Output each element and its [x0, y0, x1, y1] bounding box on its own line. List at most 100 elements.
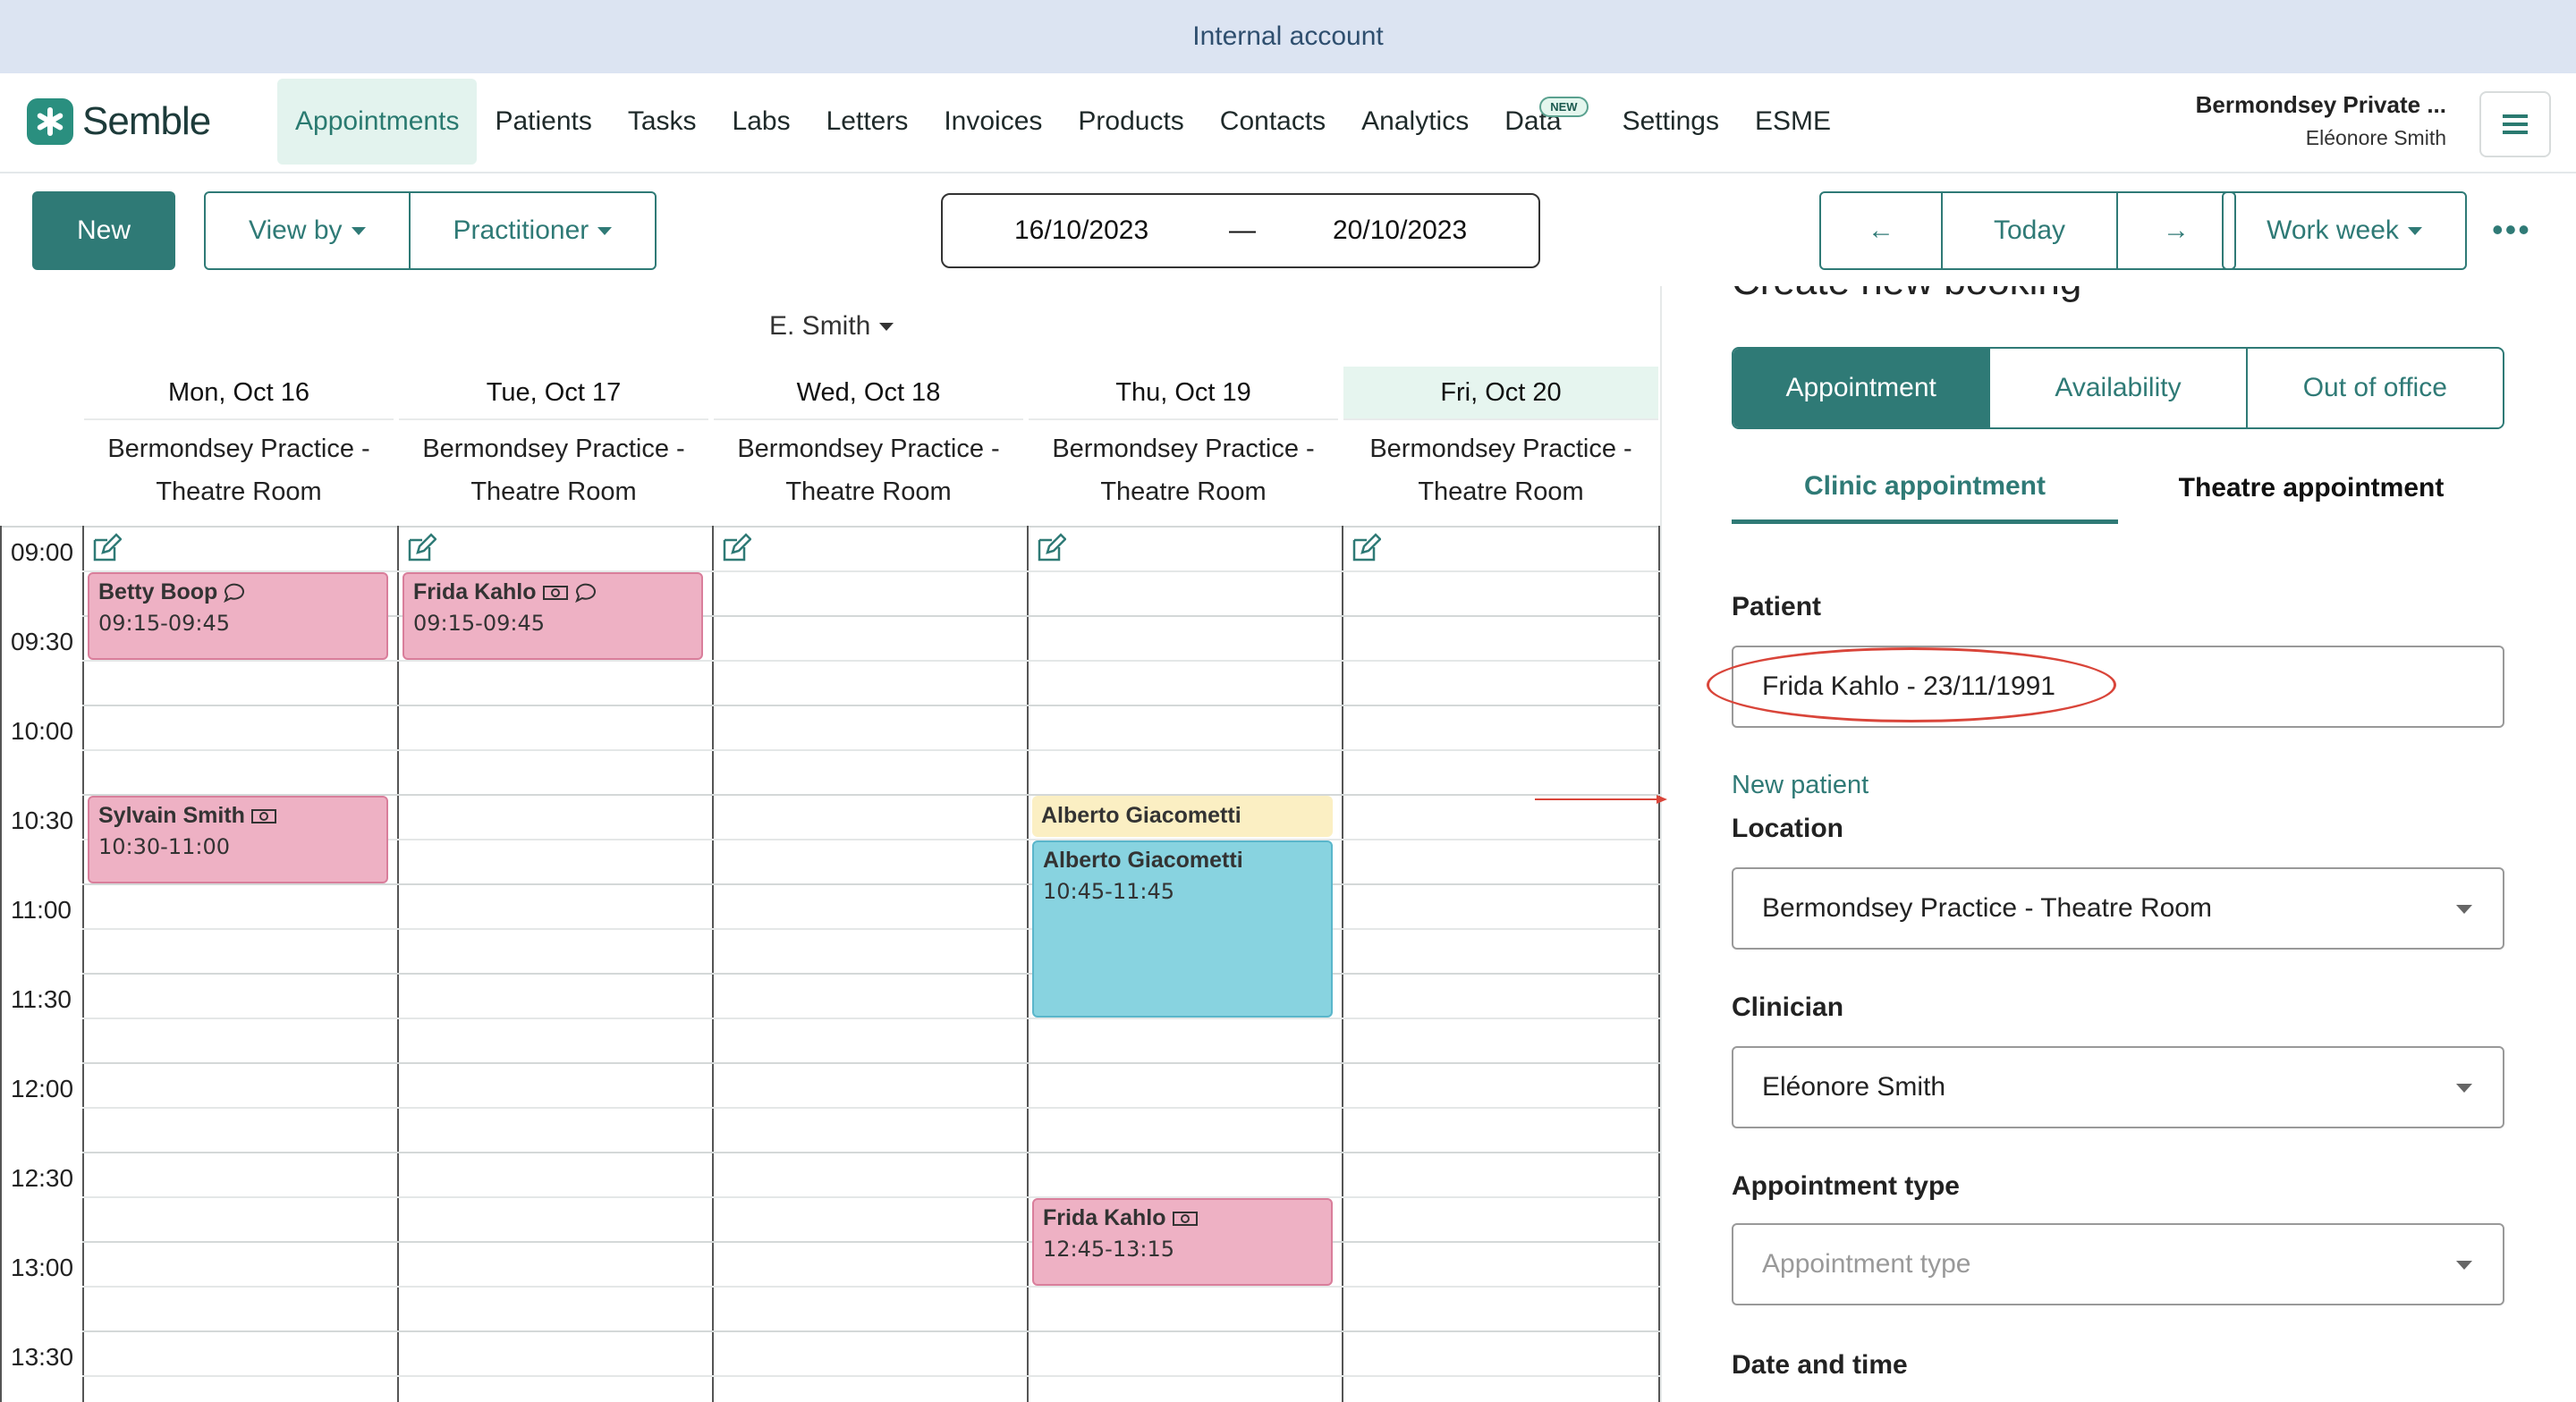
appointment-title: Sylvain Smith: [98, 803, 377, 829]
location-line: Theatre Room: [1100, 477, 1267, 506]
nav-patients[interactable]: Patients: [477, 79, 609, 165]
time-label: 10:00: [11, 717, 74, 745]
location-line: Bermondsey Practice -: [1052, 435, 1315, 463]
dropdown-caret-icon: [2456, 1084, 2472, 1093]
brand-name: Semble: [82, 99, 211, 143]
nav-esme[interactable]: ESME: [1737, 79, 1849, 165]
hamburger-icon: [2503, 114, 2528, 134]
payment-icon: [1172, 1211, 1198, 1226]
new-patient-link[interactable]: New patient: [1732, 771, 1868, 800]
date-time-label: Date and time: [1732, 1350, 1908, 1380]
time-label: 10:30: [11, 807, 74, 834]
nav-invoices[interactable]: Invoices: [926, 79, 1060, 165]
appointment-time: 10:45-11:45: [1043, 879, 1174, 904]
time-label: 13:00: [11, 1254, 74, 1281]
grid-line: [82, 1196, 1660, 1198]
grid-line: [82, 973, 1660, 975]
patient-field[interactable]: Frida Kahlo - 23/11/1991: [1732, 646, 2504, 728]
comment-icon: [224, 583, 245, 603]
org-switcher[interactable]: Bermondsey Private ... Eléonore Smith: [2196, 91, 2446, 150]
location-line: Theatre Room: [1418, 477, 1584, 506]
time-label: 09:00: [11, 538, 74, 566]
location-value: Bermondsey Practice - Theatre Room: [1762, 893, 2212, 923]
patient-label: Patient: [1732, 592, 1822, 621]
new-button[interactable]: New: [32, 191, 175, 270]
semble-logo-icon: [27, 98, 73, 145]
caret-down-icon: [879, 322, 894, 331]
nav-data[interactable]: Data NEW: [1487, 79, 1589, 165]
edit-icon[interactable]: [1351, 533, 1381, 563]
location-select[interactable]: Bermondsey Practice - Theatre Room: [1732, 867, 2504, 950]
appointment-card[interactable]: Frida Kahlo 09:15-09:45: [402, 572, 703, 660]
dropdown-caret-icon: [2456, 1261, 2472, 1270]
view-by-label: View by: [249, 215, 343, 245]
appointment-title: Frida Kahlo: [413, 579, 692, 605]
today-button[interactable]: Today: [1941, 193, 2116, 268]
location-line: Theatre Room: [785, 477, 952, 506]
time-label: 12:30: [11, 1164, 74, 1192]
nav-tasks[interactable]: Tasks: [610, 79, 715, 165]
practitioner-selector[interactable]: E. Smith: [769, 311, 894, 342]
dropdown-caret-icon: [2456, 905, 2472, 914]
appointment-time: 09:15-09:45: [413, 611, 545, 636]
location-line: Bermondsey Practice -: [107, 435, 370, 463]
appointment-card[interactable]: Alberto Giacometti 10:45-11:45: [1032, 840, 1333, 1018]
view-mode-dropdown[interactable]: Work week: [2222, 191, 2467, 270]
practitioner-label: Practitioner: [453, 215, 589, 245]
hamburger-menu-button[interactable]: [2479, 91, 2551, 157]
appointment-subtabs: Clinic appointment Theatre appointment: [1732, 452, 2504, 524]
edit-icon[interactable]: [721, 533, 751, 563]
edit-icon[interactable]: [406, 533, 436, 563]
grid-line: [82, 1241, 1660, 1243]
practitioner-dropdown[interactable]: Practitioner: [408, 193, 656, 268]
appointment-time: 09:15-09:45: [98, 611, 230, 636]
tab-clinic-appointment[interactable]: Clinic appointment: [1732, 452, 2118, 524]
tab-appointment[interactable]: Appointment: [1733, 349, 1989, 427]
date-from: 16/10/2023: [1014, 215, 1149, 245]
appointment-time: 12:45-13:15: [1043, 1237, 1174, 1262]
view-by-dropdown[interactable]: View by: [206, 193, 409, 268]
edit-icon[interactable]: [1036, 533, 1066, 563]
location-line: Theatre Room: [156, 477, 322, 506]
clinician-select[interactable]: Eléonore Smith: [1732, 1046, 2504, 1128]
date-separator: —: [1229, 215, 1256, 245]
edit-icon[interactable]: [91, 533, 122, 563]
time-grid[interactable]: 09:00 09:30 10:00 10:30 11:00 11:30 12:0…: [0, 526, 1660, 1402]
grid-left-border: [0, 526, 2, 1402]
appointment-patient: Sylvain Smith: [98, 803, 245, 828]
user-name: Eléonore Smith: [2305, 126, 2446, 149]
nav-letters[interactable]: Letters: [809, 79, 927, 165]
tab-theatre-appointment[interactable]: Theatre appointment: [2118, 452, 2504, 524]
nav-products[interactable]: Products: [1060, 79, 1201, 165]
appointment-type-select[interactable]: Appointment type: [1732, 1223, 2504, 1305]
caret-down-icon: [2407, 226, 2422, 235]
date-range-picker[interactable]: 16/10/2023 — 20/10/2023: [941, 193, 1540, 268]
tab-availability[interactable]: Availability: [1988, 349, 2245, 427]
appointment-card[interactable]: Sylvain Smith 10:30-11:00: [88, 796, 388, 883]
location-label: Location: [1732, 814, 1843, 843]
appointment-time: 10:30-11:00: [98, 834, 230, 859]
semble-logo[interactable]: Semble: [27, 98, 211, 145]
org-name: Bermondsey Private ...: [2195, 91, 2446, 118]
nav-settings[interactable]: Settings: [1605, 79, 1737, 165]
clinician-label: Clinician: [1732, 992, 1844, 1022]
grid-line: [82, 1018, 1660, 1019]
appointment-card[interactable]: Alberto Giacometti: [1032, 796, 1333, 837]
more-options-button[interactable]: •••: [2492, 211, 2531, 249]
nav-labs[interactable]: Labs: [715, 79, 809, 165]
nav-analytics[interactable]: Analytics: [1343, 79, 1487, 165]
location-line: Bermondsey Practice -: [737, 435, 1000, 463]
next-week-button[interactable]: →: [2116, 193, 2234, 268]
day-location-mon: Bermondsey Practice - Theatre Room: [84, 427, 394, 513]
appointment-title: Frida Kahlo: [1043, 1205, 1322, 1231]
grid-top-border: [0, 526, 1660, 528]
prev-week-button[interactable]: ←: [1821, 193, 1941, 268]
appointment-card[interactable]: Betty Boop 09:15-09:45: [88, 572, 388, 660]
appointment-card[interactable]: Frida Kahlo 12:45-13:15: [1032, 1198, 1333, 1286]
day-divider: [712, 526, 714, 1402]
view-mode-label: Work week: [2267, 215, 2399, 245]
tab-out-of-office[interactable]: Out of office: [2245, 349, 2503, 427]
nav-appointments[interactable]: Appointments: [277, 79, 478, 165]
nav-contacts[interactable]: Contacts: [1202, 79, 1343, 165]
grid-line: [82, 705, 1660, 706]
